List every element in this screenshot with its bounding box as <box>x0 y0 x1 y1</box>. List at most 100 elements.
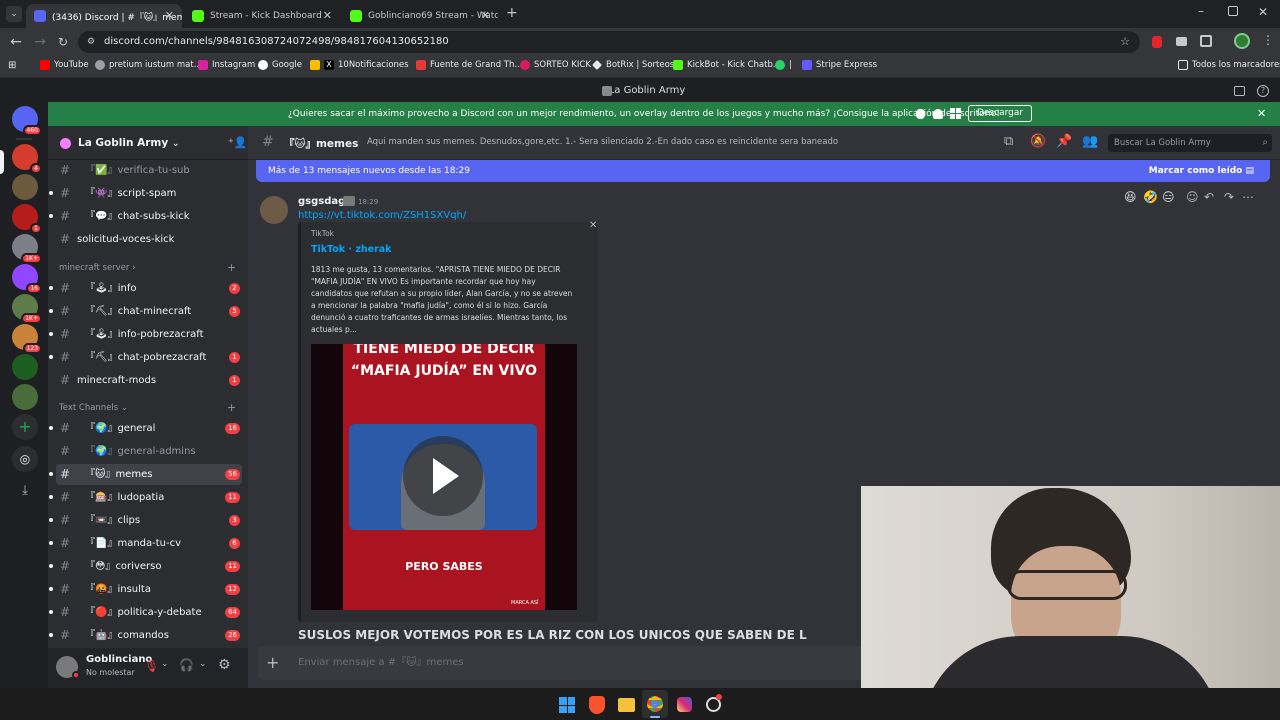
profile-avatar-icon[interactable] <box>1234 33 1250 49</box>
new-tab-icon[interactable]: + <box>506 5 518 21</box>
channel-politica-y-debate[interactable]: # 『🔴』politica-y-debate 64 <box>49 602 242 623</box>
extension-icon[interactable] <box>1176 37 1187 46</box>
channel-verifica-tu-sub[interactable]: # 『✅』verifica-tu-sub <box>56 160 242 181</box>
reply-icon[interactable]: ↶ <box>1204 190 1214 204</box>
channel-chat-subs-kick[interactable]: # 『💬』chat-subs-kick <box>49 206 242 227</box>
pinned-messages-icon[interactable]: 📌 <box>1056 134 1072 149</box>
address-bar[interactable]: ⚙ discord.com/channels/98481630872407249… <box>78 31 1140 53</box>
minimize-icon[interactable]: – <box>1198 4 1204 18</box>
category-text-channels[interactable]: Text Channels ⌄ + <box>59 401 236 414</box>
category-minecraft-server[interactable]: minecraft server › + <box>59 261 236 274</box>
back-icon[interactable]: ← <box>8 34 24 50</box>
site-info-icon[interactable]: ⚙ <box>87 31 95 53</box>
chevron-down-icon[interactable]: ⌄ <box>161 659 169 669</box>
channel-coriverso[interactable]: # 『😳』coriverso 11 <box>49 556 242 577</box>
headphones-icon[interactable]: 🎧 <box>179 658 194 672</box>
tab-kick-dashboard[interactable]: Stream - Kick Dashboard ✕ <box>184 4 340 28</box>
tab-kick-stream[interactable]: Goblinciano69 Stream - Watch ✕ <box>342 4 498 28</box>
server-name-header[interactable]: La Goblin Army ⌄ ⁺👤 <box>48 126 248 160</box>
bookmark-pretium[interactable]: pretium iustum mat... <box>95 60 202 70</box>
help-icon[interactable]: ? <box>1257 85 1269 97</box>
channel-insulta[interactable]: # 『🤬』insulta 12 <box>49 579 242 600</box>
close-tab-icon[interactable]: ✕ <box>481 9 490 22</box>
bookmark-whatsapp[interactable]: | <box>775 60 792 70</box>
channel-info[interactable]: # 『🕹』info 2 <box>49 278 242 299</box>
file-explorer-icon[interactable] <box>618 698 635 712</box>
instagram-app-icon[interactable] <box>677 697 692 712</box>
apps-grid-icon[interactable]: ⊞ <box>8 60 16 71</box>
browser-menu-icon[interactable]: ⋮ <box>1262 33 1274 47</box>
download-button[interactable]: Descargar <box>968 105 1033 122</box>
video-thumbnail[interactable]: TIENE MIEDO DE DECIR “MAFIA JUDÍA” EN VI… <box>311 344 577 610</box>
extension-icon[interactable] <box>1152 36 1162 48</box>
bookmark-google[interactable]: Google <box>258 60 302 70</box>
bookmark-youtube[interactable]: YouTube <box>40 60 89 70</box>
notifications-muted-icon[interactable]: 🔕 <box>1030 134 1046 149</box>
chrome-icon[interactable] <box>647 696 663 712</box>
all-bookmarks-folder[interactable]: Todos los marcadores <box>1178 60 1280 70</box>
server-icon[interactable]: 1K+ <box>12 234 42 264</box>
embed-title-link[interactable]: TikTok · zherak <box>311 244 392 255</box>
bookmark-sorteo-kick[interactable]: SORTEO KICK <box>520 60 591 70</box>
explore-servers-icon[interactable]: ◎ <box>12 446 38 472</box>
channel-solicitud-voces-kick[interactable]: # solicitud-voces-kick <box>56 229 242 250</box>
tab-search-chevron-icon[interactable]: ⌄ <box>6 6 22 22</box>
channel-manda-tu-cv[interactable]: # 『📄』manda-tu-cv 6 <box>49 533 242 554</box>
channel-chat-pobrezacraft[interactable]: # 『⛏』chat-pobrezacraft 1 <box>49 347 242 368</box>
mute-microphone-icon[interactable]: 🎙 <box>144 659 159 673</box>
server-icon[interactable]: 1 <box>12 204 42 234</box>
extensions-puzzle-icon[interactable] <box>1200 35 1212 47</box>
close-tab-icon[interactable]: ✕ <box>165 9 174 22</box>
threads-icon[interactable]: ⧉ <box>1004 134 1013 149</box>
reload-icon[interactable]: ↻ <box>55 35 71 49</box>
member-list-icon[interactable]: 👥 <box>1082 134 1098 149</box>
forward-icon[interactable]: ↷ <box>1224 190 1234 204</box>
bookmark-10notificaciones[interactable]: X 10Notificaciones <box>310 60 409 70</box>
reaction-icon[interactable]: 🤣 <box>1143 190 1158 204</box>
mark-as-read-button[interactable]: Marcar como leído ▤ <box>1149 160 1254 182</box>
server-icon[interactable]: 123 <box>12 324 42 354</box>
channel-chat-minecraft[interactable]: # 『⛏』chat-minecraft 5 <box>49 301 242 322</box>
channel-ludopatia[interactable]: # 『🎰』ludopatia 11 <box>49 487 242 508</box>
search-input[interactable]: Buscar La Goblin Army ⌕ <box>1108 134 1272 152</box>
bookmark-kickbot[interactable]: KickBot - Kick Chatb... <box>673 60 781 70</box>
channel-general-admins[interactable]: # 『🌍』general-admins <box>56 441 242 462</box>
close-embed-icon[interactable]: ✕ <box>589 220 597 231</box>
message-link[interactable]: https://vt.tiktok.com/ZSH1SXVqh/ <box>298 210 466 221</box>
channel-clips[interactable]: # 『📼』clips 3 <box>49 510 242 531</box>
create-channel-plus-icon[interactable]: + <box>227 261 236 274</box>
invite-people-icon[interactable]: ⁺👤 <box>228 126 248 160</box>
channel-minecraft-mods[interactable]: # minecraft-mods 1 <box>56 370 242 391</box>
play-button-icon[interactable] <box>403 436 483 516</box>
bookmark-instagram[interactable]: Instagram <box>198 60 255 70</box>
channel-comandos[interactable]: # 『🤖』comandos 26 <box>49 625 242 646</box>
upload-plus-icon[interactable]: + <box>266 646 279 680</box>
channel-info-pobrezacraft[interactable]: # 『🕹』info-pobrezacraft <box>49 324 242 345</box>
reaction-icon[interactable]: 😑 <box>1162 190 1175 204</box>
maximize-icon[interactable] <box>1228 6 1238 16</box>
inbox-icon[interactable] <box>1234 86 1245 96</box>
user-settings-gear-icon[interactable]: ⚙ <box>218 657 231 673</box>
channel-topic[interactable]: Aqui manden sus memes. Desnudos,gore,etc… <box>367 137 838 147</box>
server-icon[interactable]: 16 <box>12 264 42 294</box>
server-icon[interactable]: 1K+ <box>12 294 42 324</box>
server-icon[interactable]: 4 <box>12 144 42 174</box>
new-messages-bar[interactable]: Más de 13 mensajes nuevos desde las 18:2… <box>256 160 1270 182</box>
brave-browser-icon[interactable] <box>589 696 605 714</box>
bookmark-botrix[interactable]: BotRix | Sorteos <box>592 60 674 70</box>
server-icon[interactable] <box>12 384 38 410</box>
channel-memes[interactable]: # 『🐱』memes 56 <box>49 464 242 485</box>
channel-script-spam[interactable]: # 『👾』script-spam <box>49 183 242 204</box>
forward-icon[interactable]: → <box>32 34 48 50</box>
bookmark-star-icon[interactable]: ☆ <box>1120 31 1130 53</box>
windows-start-icon[interactable] <box>559 697 575 713</box>
create-channel-plus-icon[interactable]: + <box>227 401 236 414</box>
reaction-icon[interactable]: 😆 <box>1124 190 1137 204</box>
download-apps-icon[interactable]: ⤓ <box>12 478 38 504</box>
close-window-icon[interactable]: ✕ <box>1258 5 1268 19</box>
close-banner-icon[interactable]: ✕ <box>1257 102 1266 126</box>
avatar[interactable] <box>260 196 288 224</box>
bookmark-fuente-gta[interactable]: Fuente de Grand Th... <box>416 60 522 70</box>
home-discord-icon[interactable]: 460 <box>12 106 42 136</box>
server-icon[interactable] <box>12 174 38 200</box>
